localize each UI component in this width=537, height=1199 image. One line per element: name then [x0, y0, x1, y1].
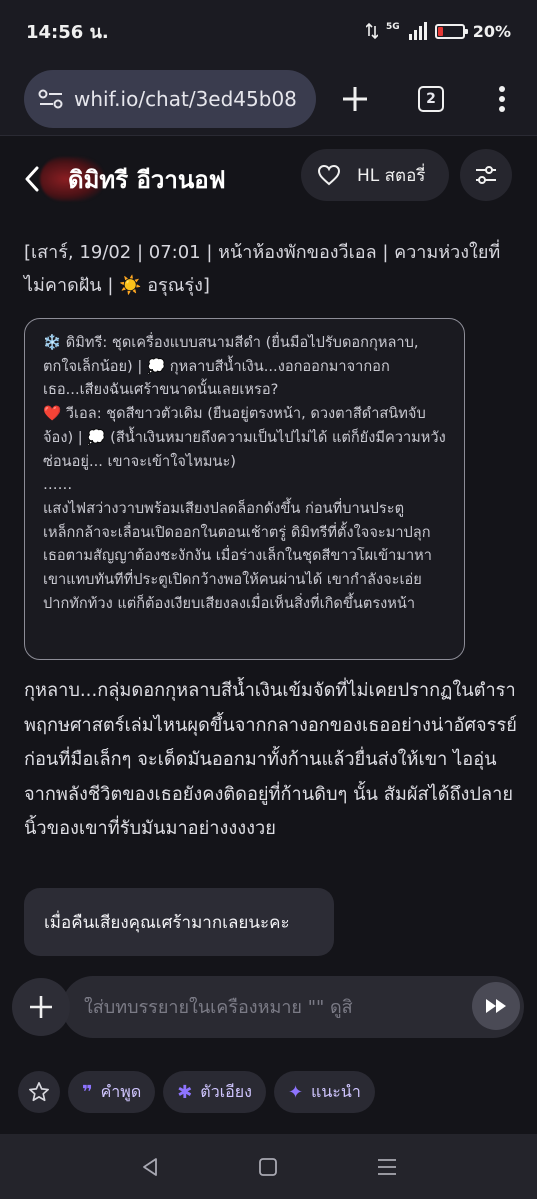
tab-count: 2 [426, 90, 436, 107]
user-message-text: เมื่อคืนเสียงคุณเศร้ามากเลยนะคะ [44, 912, 290, 933]
tab-switcher-button[interactable]: 2 [418, 85, 444, 112]
fast-forward-icon [486, 999, 506, 1013]
status-icons: 5G 20% [366, 22, 511, 41]
star-icon [29, 1082, 49, 1102]
chip-suggest[interactable]: ✦ แนะนำ [273, 1071, 375, 1113]
plus-icon [30, 996, 52, 1018]
chat-header: ดิมิทรี อีวานอฟ HL สตอรี่ [0, 137, 537, 221]
quick-actions-bar: ❞ คำพูด ✱ ตัวเอียง ✦ แนะนำ [0, 1050, 537, 1134]
heart-icon [317, 164, 341, 186]
message-input-container[interactable] [62, 976, 524, 1038]
battery-fill [437, 26, 443, 36]
chip-italic[interactable]: ✱ ตัวเอียง [163, 1071, 266, 1113]
square-home-icon[interactable] [258, 1157, 278, 1177]
user-message-bubble[interactable]: เมื่อคืนเสียงคุณเศร้ามากเลยนะคะ [24, 888, 334, 956]
scene-header-text: [เสาร์, 19/02 | 07:01 | หน้าห้องพักของวี… [24, 242, 501, 296]
favorite-button[interactable] [18, 1071, 60, 1113]
browser-toolbar: whif.io/chat/3ed45b08 2 [0, 62, 537, 136]
battery-percent: 20% [472, 21, 511, 41]
chip-quote-label: คำพูด [100, 1081, 142, 1101]
status-box-text: ❄️ ดิมิทรี: ชุดเครื่องแบบสนามสีดำ (ยื่นม… [43, 334, 446, 612]
quote-icon: ❞ [82, 1081, 93, 1103]
character-status-box: ❄️ ดิมิทรี: ชุดเครื่องแบบสนามสีดำ (ยื่นม… [24, 318, 465, 660]
composer [0, 960, 537, 1050]
add-button[interactable] [12, 978, 70, 1036]
sparkle-icon: ✦ [287, 1081, 304, 1103]
chat-settings-button[interactable] [460, 149, 512, 201]
status-time: 14:56 น. [26, 21, 109, 43]
narration-text: กุหลาบ...กลุ่มดอกกุหลาบสีน้ำเงินเข้มจัดท… [24, 680, 517, 840]
asterisk-icon: ✱ [177, 1081, 193, 1103]
sliders-icon [476, 166, 496, 184]
address-bar[interactable]: whif.io/chat/3ed45b08 [24, 69, 316, 128]
chip-italic-label: ตัวเอียง [200, 1081, 252, 1101]
signal-icon [408, 22, 427, 40]
triangle-back-icon[interactable] [139, 1156, 161, 1178]
more-vert-icon[interactable] [498, 85, 506, 113]
back-button[interactable] [24, 159, 54, 199]
battery-icon [434, 23, 468, 39]
status-bar: 14:56 น. 5G 20% [0, 0, 537, 62]
network-type: 5G [386, 21, 400, 32]
hl-story-button[interactable]: HL สตอรี่ [301, 149, 449, 201]
data-arrows-icon [366, 22, 379, 40]
system-nav-bar [0, 1134, 537, 1199]
send-button[interactable] [472, 982, 520, 1030]
url-text[interactable]: whif.io/chat/3ed45b08 [74, 87, 297, 111]
message-input[interactable] [84, 996, 454, 1018]
tune-icon[interactable] [38, 88, 64, 110]
new-tab-plus-icon[interactable] [340, 84, 370, 114]
chip-suggest-label: แนะนำ [311, 1081, 361, 1101]
character-name[interactable]: ดิมิทรี อีวานอฟ [68, 160, 226, 199]
chip-quote[interactable]: ❞ คำพูด [68, 1071, 156, 1113]
chevron-left-icon[interactable] [24, 166, 40, 192]
menu-lines-icon[interactable] [376, 1157, 398, 1177]
hl-story-label: HL สตอรี่ [357, 165, 426, 186]
